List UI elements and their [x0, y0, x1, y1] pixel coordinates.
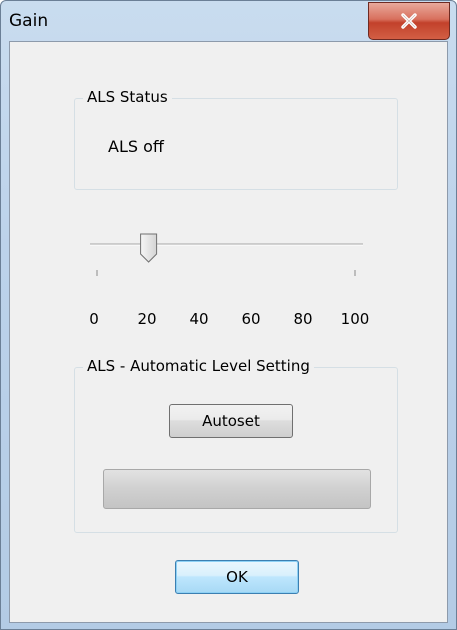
tick-label-0: 0 — [89, 310, 99, 328]
autoset-button[interactable]: Autoset — [169, 404, 293, 438]
window-title: Gain — [9, 11, 49, 31]
tick-label-20: 20 — [137, 310, 157, 328]
als-status-text: ALS off — [108, 137, 164, 156]
tick-label-100: 100 — [340, 310, 370, 328]
ok-button[interactable]: OK — [175, 560, 299, 594]
tick-label-40: 40 — [189, 310, 209, 328]
gain-dialog-window: Gain ALS Status ALS off 0 20 40 60 80 10… — [0, 0, 457, 630]
title-bar[interactable]: Gain — [1, 1, 456, 41]
als-status-group: ALS Status ALS off — [74, 88, 398, 190]
gain-slider[interactable] — [90, 232, 370, 282]
als-setting-legend: ALS - Automatic Level Setting — [83, 357, 314, 375]
slider-thumb[interactable] — [140, 233, 158, 263]
als-status-legend: ALS Status — [83, 88, 172, 106]
dialog-client-area: ALS Status ALS off 0 20 40 60 80 100 ALS… — [9, 41, 448, 623]
close-x-icon — [401, 13, 417, 29]
tick-label-60: 60 — [241, 310, 261, 328]
tick-label-80: 80 — [293, 310, 313, 328]
als-progress-bar — [103, 469, 371, 509]
close-button[interactable] — [368, 2, 450, 40]
